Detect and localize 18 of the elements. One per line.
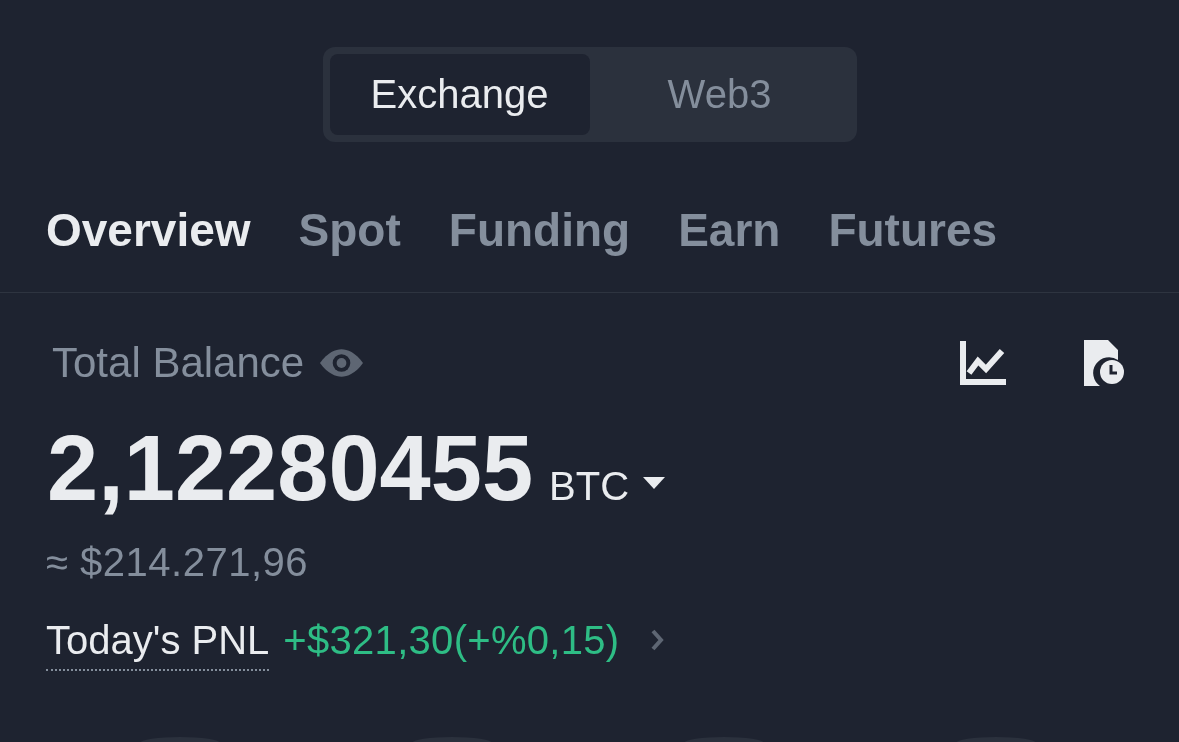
tab[interactable]: Funding: [448, 205, 631, 255]
currency-selector[interactable]: BTC: [549, 464, 630, 509]
tab[interactable]: Spot: [298, 205, 401, 255]
tab[interactable]: Futures: [828, 205, 998, 255]
eye-icon[interactable]: [320, 349, 364, 377]
line-chart-icon[interactable]: [960, 341, 1006, 385]
fiat-value: ≈ $214.271,96: [46, 539, 308, 585]
document-clock-icon[interactable]: [1084, 340, 1126, 386]
segment-tab[interactable]: Web3: [589, 54, 850, 135]
segment-tab[interactable]: Exchange: [329, 54, 590, 135]
balance-amount: 2,12280455: [47, 422, 534, 514]
pnl-label[interactable]: Today's PNL: [46, 617, 270, 671]
caret-down-icon[interactable]: [643, 477, 666, 489]
chevron-right-icon[interactable]: [651, 629, 665, 651]
tab[interactable]: Overview: [46, 205, 251, 255]
pnl-value: +$321,30(+%0,15): [283, 617, 620, 663]
balance-label: Total Balance: [52, 339, 305, 387]
tab[interactable]: Earn: [678, 205, 781, 255]
